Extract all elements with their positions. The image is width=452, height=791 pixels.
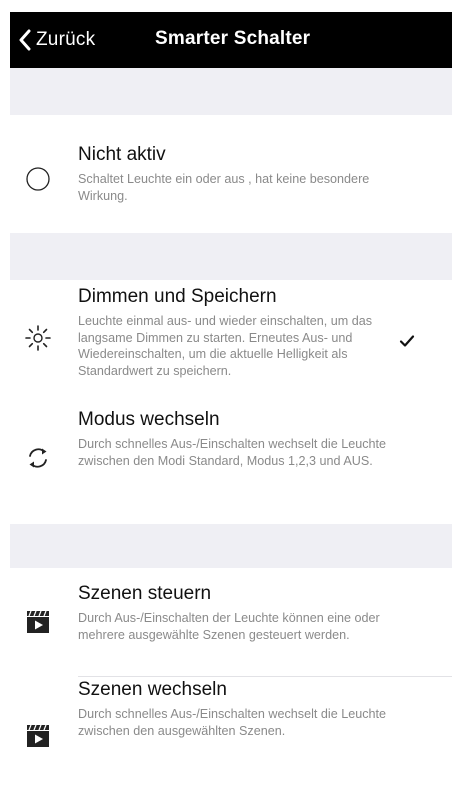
checkmark-icon (398, 332, 416, 350)
brightness-sun-icon (24, 324, 52, 352)
option-description: Durch schnelles Aus-/Einschalten wechsel… (78, 707, 387, 738)
option-title: Nicht aktiv (78, 144, 166, 165)
back-button-label: Zurück (36, 29, 96, 50)
clapperboard-icon (24, 608, 52, 636)
clapperboard-icon (24, 722, 52, 750)
page-title: Smarter Schalter (155, 28, 311, 49)
cycle-arrows-icon (24, 444, 52, 472)
option-description: Schaltet Leuchte ein oder aus , hat kein… (78, 172, 370, 203)
chevron-left-icon (18, 29, 32, 51)
radio-circle-icon (24, 165, 52, 193)
option-row-nicht-aktiv[interactable]: Nicht aktiv Schaltet Leuchte ein oder au… (10, 115, 452, 233)
option-row-modus-wechseln[interactable]: Modus wechseln Durch schnelles Aus-/Eins… (10, 398, 452, 524)
option-row-szenen-wechseln[interactable]: Szenen wechseln Durch schnelles Aus-/Ein… (10, 677, 452, 791)
section-header (10, 68, 452, 115)
option-title: Szenen wechseln (78, 679, 227, 700)
section-header (10, 524, 452, 568)
option-description: Leuchte einmal aus- und wieder einschalt… (78, 314, 373, 378)
option-title: Modus wechseln (78, 409, 220, 430)
option-description: Durch schnelles Aus-/Einschalten wechsel… (78, 437, 387, 468)
option-row-szenen-steuern[interactable]: Szenen steuern Durch Aus-/Einschalten de… (10, 568, 452, 676)
app-screen: Zurück Smarter Schalter Nicht aktiv Scha… (10, 12, 452, 791)
option-title: Szenen steuern (78, 583, 212, 604)
back-button[interactable]: Zurück (18, 26, 95, 54)
option-description: Durch Aus-/Einschalten der Leuchte könne… (78, 611, 380, 642)
navigation-bar: Zurück Smarter Schalter (10, 12, 452, 68)
option-title: Dimmen und Speichern (78, 286, 277, 307)
option-row-dimmen-und-speichern[interactable]: Dimmen und Speichern Leuchte einmal aus-… (10, 280, 452, 398)
section-header (10, 233, 452, 280)
